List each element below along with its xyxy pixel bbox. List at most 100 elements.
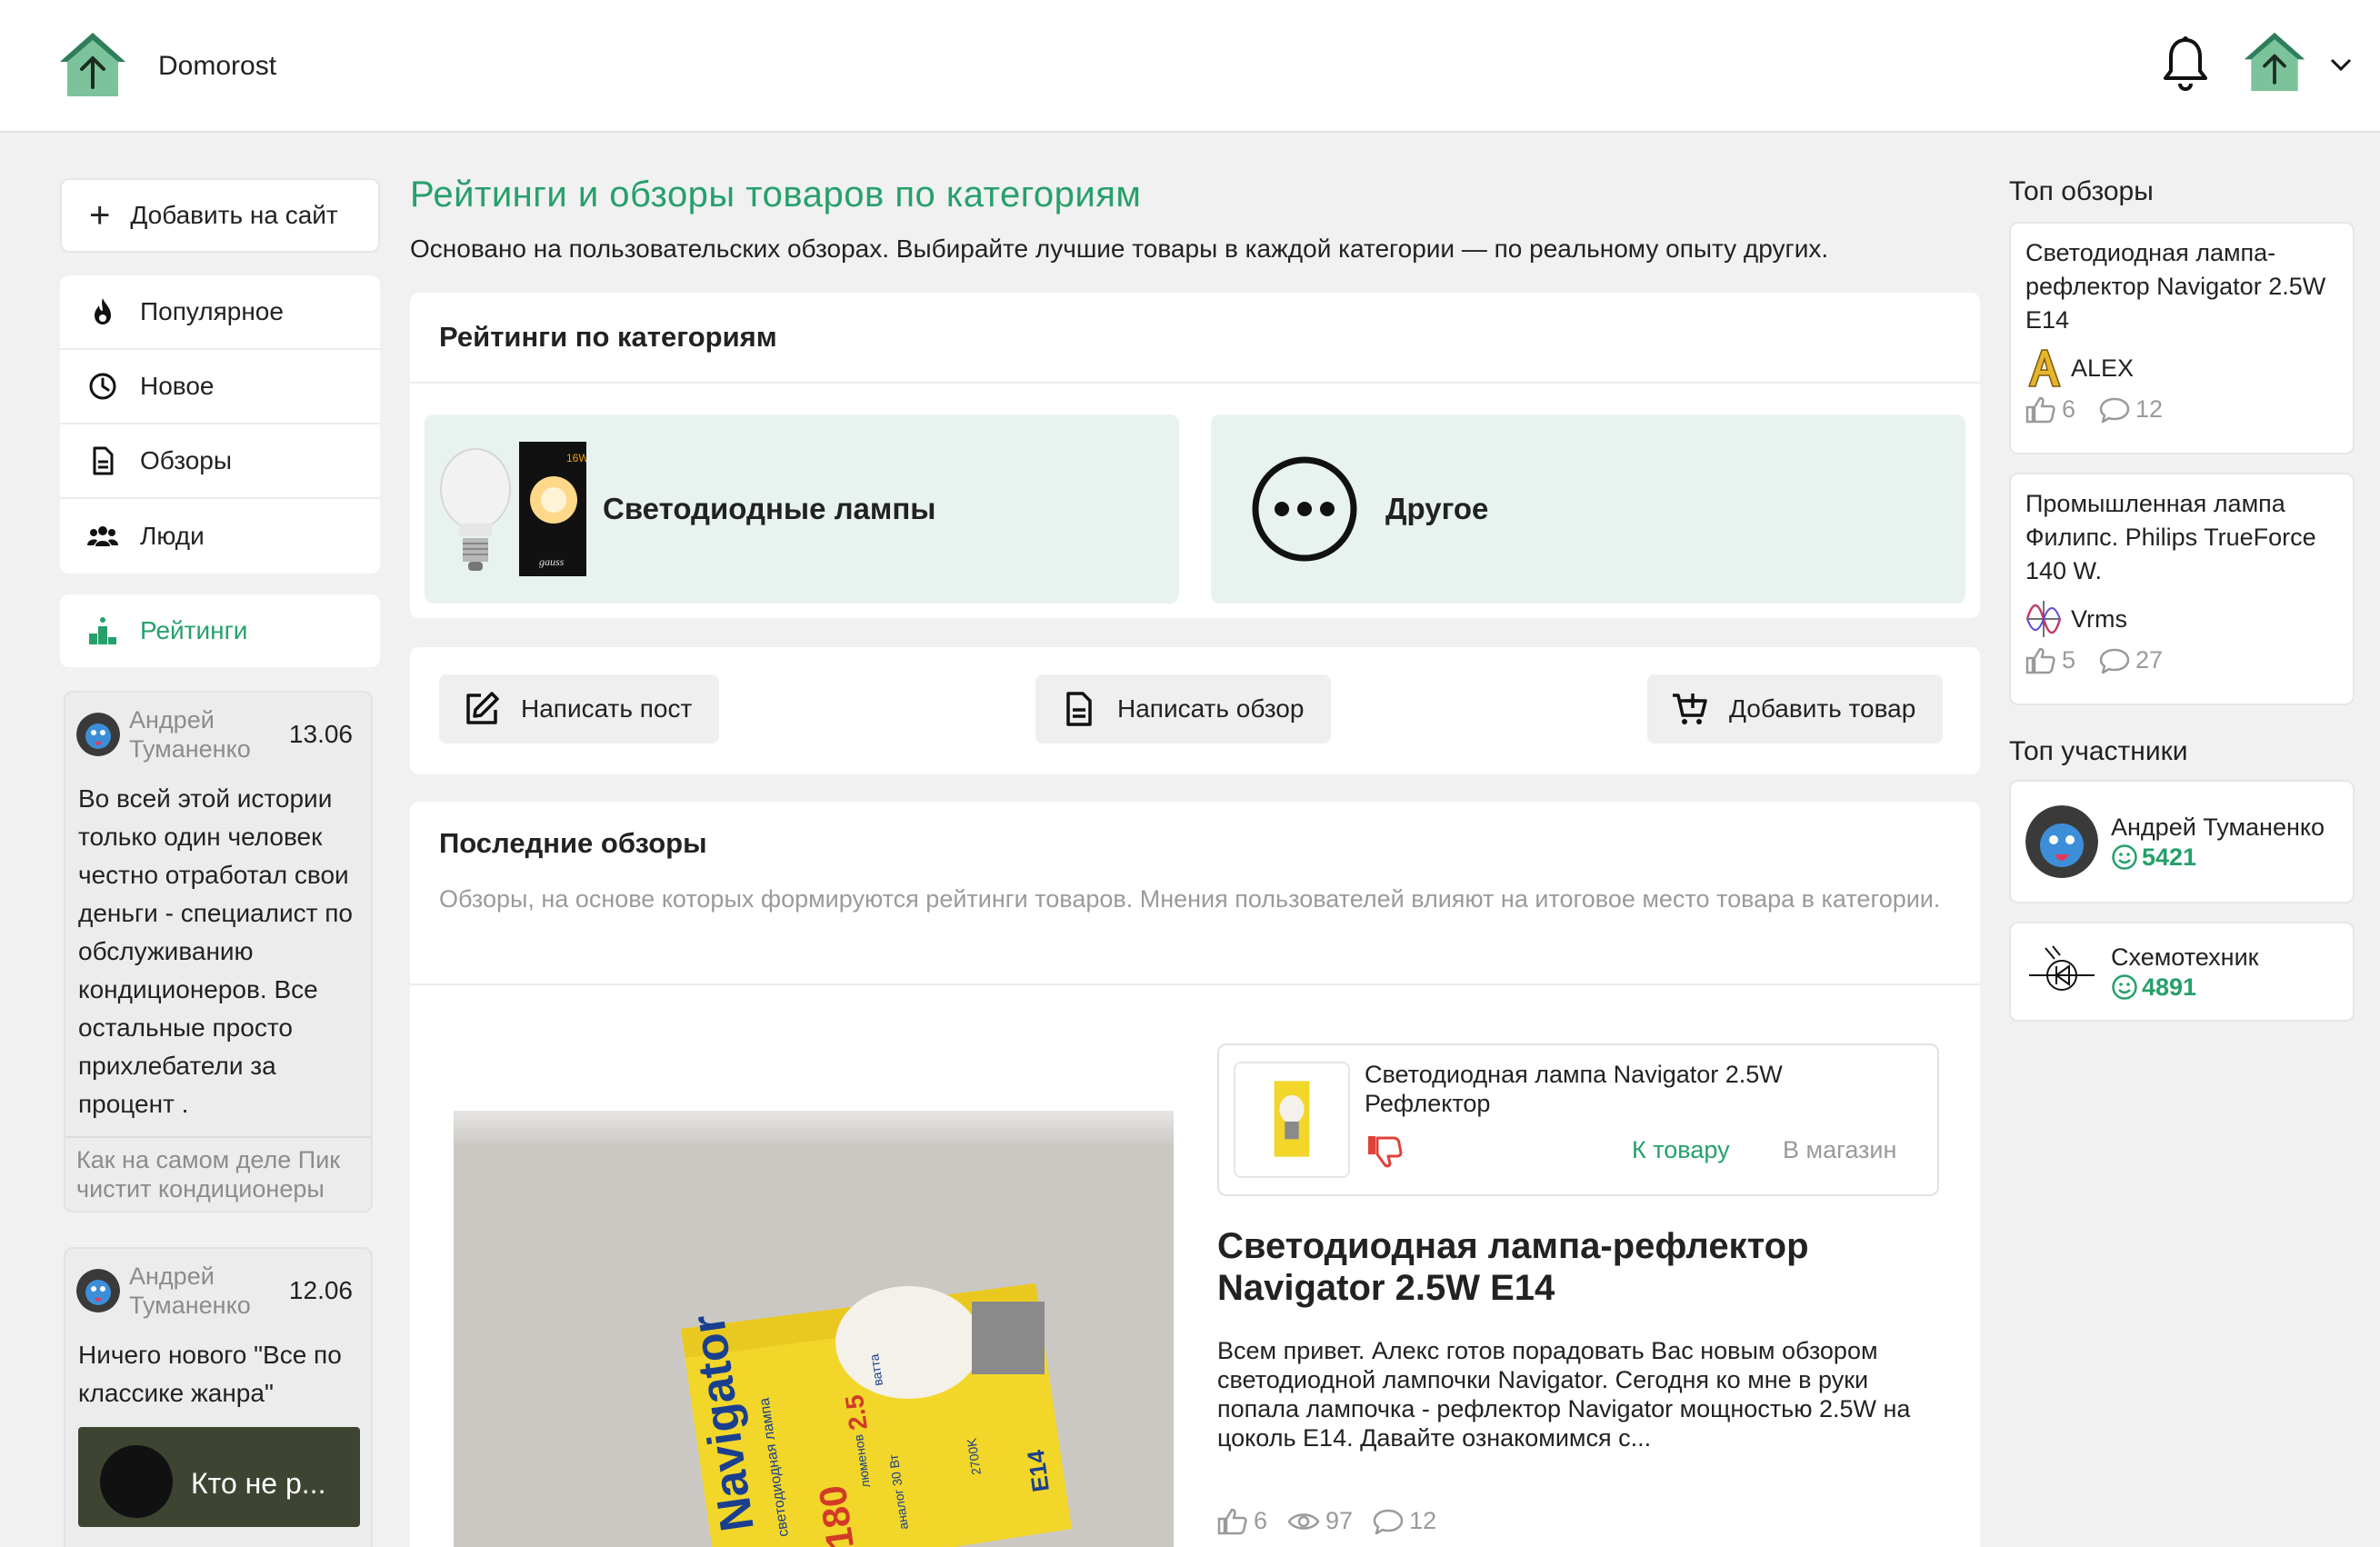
avatar (2025, 805, 2098, 878)
top-user-card[interactable]: Андрей Туманенко 5421 (2009, 780, 2355, 903)
lamp-box-watts: 2.5 (840, 1393, 873, 1432)
comment-icon (1373, 1509, 1404, 1534)
latest-reviews-header: Последние обзоры Обзоры, на основе котор… (410, 802, 1980, 985)
top-bar: Domorost (0, 0, 2380, 133)
podium-icon (89, 617, 116, 644)
feed-comment-text: Во всей этой истории только один человек… (78, 784, 353, 1118)
chevron-down-icon[interactable] (2327, 51, 2355, 78)
page-subtitle: Основано на пользовательских обзорах. Вы… (410, 235, 1829, 263)
top-review-author[interactable]: ALEX (2025, 346, 2338, 390)
top-review-author-name: Vrms (2071, 604, 2127, 633)
category-label: Другое (1385, 492, 1489, 525)
brand-name[interactable]: Domorost (158, 51, 276, 82)
svg-text:gauss: gauss (539, 555, 565, 568)
sidebar-item-people[interactable]: Люди (60, 499, 380, 574)
to-product-link[interactable]: К товару (1632, 1136, 1730, 1164)
review-views: 97 (1287, 1507, 1353, 1535)
sidebar-item-popular[interactable]: Популярное (60, 275, 380, 350)
smile-icon (2112, 974, 2137, 1000)
top-user-score: 5421 (2111, 843, 2325, 872)
user-avatar-icon[interactable] (2243, 31, 2306, 93)
review-likes-count: 6 (1254, 1507, 1268, 1534)
edit-icon (466, 692, 499, 724)
sidebar-item-label: Обзоры (140, 446, 232, 474)
product-thumbnail[interactable] (1234, 1062, 1350, 1178)
lamp-box-lumens: 180 (811, 1482, 862, 1547)
feed-date: 13.06 (288, 720, 353, 748)
write-post-label: Написать пост (521, 694, 693, 723)
review-title[interactable]: Светодиодная лампа-рефлектор Navigator 2… (1217, 1225, 1908, 1309)
review-excerpt: Всем привет. Алекс готов порадовать Вас … (1217, 1337, 1911, 1452)
write-post-button[interactable]: Написать пост (439, 674, 720, 744)
sidebar-item-reviews[interactable]: Обзоры (60, 424, 380, 499)
categories-header: Рейтинги по категориям (410, 293, 1980, 384)
feed-comment-header[interactable]: Андрей Туманенко 12.06 (65, 1249, 371, 1332)
top-review-comments: 27 (2135, 646, 2164, 674)
top-user-score-value: 4891 (2142, 973, 2197, 1001)
latest-reviews-title: Последние обзоры (439, 827, 707, 859)
actions-panel: Написать пост Написать обзор Добавить то… (410, 647, 1980, 774)
thumbs-up-icon (1217, 1508, 1247, 1534)
feed-comment-text: Ничего нового "Все по классике жанра" (78, 1341, 342, 1407)
top-review-stats: 5 27 (2025, 646, 2338, 674)
review-photo[interactable]: Navigator светодиодная лампа 180 люменов… (454, 1111, 1174, 1547)
more-dots-icon (1252, 456, 1357, 562)
write-review-button[interactable]: Написать обзор (1035, 674, 1332, 744)
feed-author: Андрей Туманенко (129, 706, 251, 763)
top-users-title: Топ участники (2009, 736, 2188, 766)
review-comments-count: 12 (1409, 1507, 1437, 1534)
top-review-stats: 6 12 (2025, 395, 2338, 424)
top-review-comments: 12 (2135, 395, 2164, 423)
avatar (76, 1269, 120, 1312)
top-user-score-value: 5421 (2142, 843, 2197, 871)
top-user-card[interactable]: Схемотехник 4891 (2009, 922, 2355, 1022)
sidebar-item-label: Рейтинги (140, 616, 248, 644)
page-title: Рейтинги и обзоры товаров по категориям (410, 175, 1142, 215)
latest-reviews-description: Обзоры, на основе которых формируются ре… (439, 885, 1941, 913)
latest-reviews-panel: Последние обзоры Обзоры, на основе котор… (410, 802, 1980, 1547)
review-views-count: 97 (1325, 1507, 1354, 1534)
top-review-author[interactable]: Vrms (2025, 597, 2338, 641)
comment-icon (2099, 648, 2130, 674)
sidebar-item-new[interactable]: Новое (60, 350, 380, 424)
sidebar-item-label: Популярное (140, 297, 284, 325)
review-comments[interactable]: 12 (1373, 1507, 1436, 1535)
top-review-card[interactable]: Промышленная лампа Филипс. Philips TrueF… (2009, 473, 2355, 705)
product-name[interactable]: Светодиодная лампа Navigator 2.5W Рефлек… (1365, 1060, 1910, 1118)
write-review-label: Написать обзор (1117, 694, 1305, 723)
comment-icon (2099, 397, 2130, 423)
diode-icon (2025, 935, 2098, 1008)
review-stats: 6 97 12 (1217, 1507, 1456, 1535)
to-store-link[interactable]: В магазин (1783, 1136, 1896, 1164)
smile-icon (2112, 844, 2137, 870)
top-review-card[interactable]: Светодиодная лампа-рефлектор Navigator 2… (2009, 222, 2355, 454)
feed-author: Андрей Туманенко (129, 1263, 251, 1319)
top-user-score: 4891 (2111, 973, 2259, 1002)
sidebar-item-label: Новое (140, 372, 215, 400)
lamp-box-image: Navigator светодиодная лампа 180 люменов… (681, 1283, 1072, 1547)
feed-comment: Андрей Туманенко 13.06 Во всей этой исто… (64, 691, 373, 1213)
feed-comment: Андрей Туманенко 12.06 Ничего нового "Вс… (64, 1247, 373, 1547)
add-product-button[interactable]: Добавить товар (1647, 674, 1944, 744)
thumbs-up-icon (2025, 396, 2055, 423)
sidebar-item-ratings[interactable]: Рейтинги (60, 594, 380, 667)
video-title: Кто не р... (191, 1467, 326, 1500)
top-review-likes: 5 (2062, 646, 2076, 674)
top-review-author-name: ALEX (2071, 354, 2135, 382)
sidebar-item-label: Люди (140, 522, 205, 550)
people-icon (87, 526, 118, 546)
bell-icon[interactable] (2160, 35, 2211, 93)
document-icon (1066, 692, 1092, 726)
svg-text:16W: 16W (566, 452, 586, 464)
category-other[interactable]: Другое (1211, 414, 1965, 604)
domorost-logo-icon[interactable] (58, 31, 127, 98)
review-likes[interactable]: 6 (1217, 1507, 1267, 1535)
avatar (76, 713, 120, 756)
led-lamp-image: 16W gauss (440, 442, 586, 576)
add-to-site-button[interactable]: + Добавить на сайт (60, 178, 380, 253)
feed-source-link[interactable]: Как на самом деле Пик чистит кондиционер… (65, 1136, 371, 1211)
category-led-lamps[interactable]: 16W gauss Светодиодные лампы (425, 414, 1179, 604)
feed-comment-header[interactable]: Андрей Туманенко 13.06 (65, 693, 371, 776)
feed-video-preview[interactable]: Кто не р... (78, 1427, 360, 1527)
product-card: Светодиодная лампа Navigator 2.5W Рефлек… (1217, 1043, 1939, 1196)
